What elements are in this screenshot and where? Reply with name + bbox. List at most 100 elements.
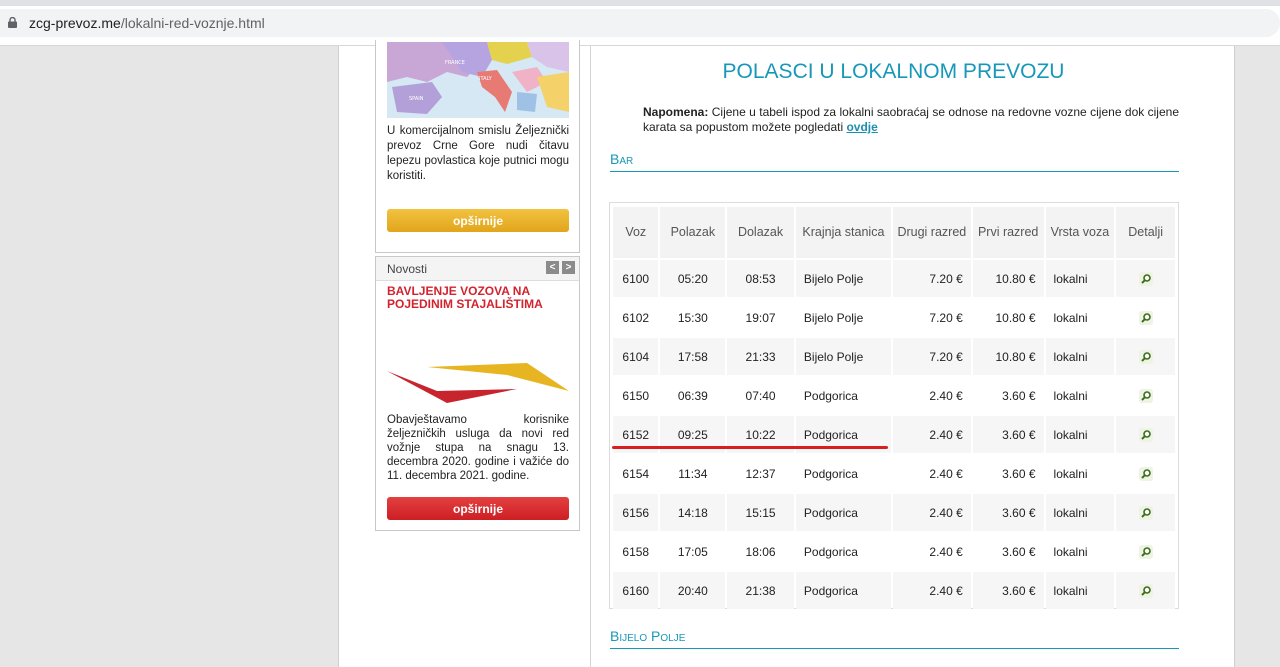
destination-cell: Bijelo Polje: [795, 299, 891, 336]
magnifier-icon[interactable]: [1138, 505, 1153, 520]
col-krajnja-stanica-header: Krajnja stanica: [795, 207, 891, 258]
second-class-price-cell: 2.40 €: [892, 416, 971, 453]
train-number-cell: 6156: [613, 494, 659, 531]
note-label: Napomena:: [643, 105, 709, 119]
train-number-cell: 6100: [613, 260, 659, 297]
news-title-link[interactable]: BAVLJENJE VOZOVA NA POJEDINIM STAJALIŠTI…: [387, 285, 573, 311]
departure-time-cell: 06:39: [660, 377, 726, 414]
second-class-price-cell: 2.40 €: [892, 572, 971, 609]
details-cell[interactable]: [1116, 377, 1175, 414]
table-row: 6156 14:18 15:15 Podgorica 2.40 €3.60 € lokal…: [613, 494, 1175, 531]
departure-time-cell: 14:18: [660, 494, 726, 531]
details-cell[interactable]: [1116, 338, 1175, 375]
promo-more-button[interactable]: opširnije: [387, 209, 569, 232]
destination-cell: Bijelo Polje: [795, 260, 891, 297]
magnifier-icon[interactable]: [1138, 544, 1153, 559]
table-body: 6100 05:20 08:53 Bijelo Polje 7.20 €10.80 € l…: [613, 260, 1175, 609]
arrival-time-cell: 08:53: [727, 260, 794, 297]
table-row: 6158 17:05 18:06 Podgorica 2.40 €3.60 € lokal…: [613, 533, 1175, 570]
details-cell[interactable]: [1116, 299, 1175, 336]
arrival-time-cell: 19:07: [727, 299, 794, 336]
magnifier-icon[interactable]: [1138, 388, 1153, 403]
details-cell[interactable]: [1116, 455, 1175, 492]
col-prvi-razred-header: Prvi razred: [972, 207, 1044, 258]
departure-time-cell: 15:30: [660, 299, 726, 336]
departure-time-cell: 05:20: [660, 260, 726, 297]
first-class-price-cell: 10.80 €: [972, 299, 1044, 336]
news-prev-button[interactable]: <: [546, 261, 559, 274]
first-class-price-cell: 3.60 €: [972, 455, 1044, 492]
promo-box: FRANCE ITALY SPAIN U komercijalnom smisl…: [375, 40, 580, 253]
arrival-time-cell: 21:33: [727, 338, 794, 375]
col-voz-header: Voz: [613, 207, 659, 258]
news-next-button[interactable]: >: [562, 261, 575, 274]
train-number-cell: 6154: [613, 455, 659, 492]
destination-cell: Podgorica: [795, 377, 891, 414]
second-class-price-cell: 2.40 €: [892, 533, 971, 570]
train-type-cell: lokalni: [1045, 533, 1115, 570]
details-cell[interactable]: [1116, 416, 1175, 453]
destination-cell: Podgorica: [795, 455, 891, 492]
browser-address-bar: zcg-prevoz.me/lokalni-red-voznje.html: [0, 0, 1280, 46]
news-header: Novosti < >: [376, 257, 579, 281]
train-type-cell: lokalni: [1045, 572, 1115, 609]
second-class-price-cell: 7.20 €: [892, 299, 971, 336]
url-text[interactable]: zcg-prevoz.me/lokalni-red-voznje.html: [29, 15, 265, 31]
news-header-title: Novosti: [387, 262, 428, 276]
second-class-price-cell: 7.20 €: [892, 260, 971, 297]
table-row: 6100 05:20 08:53 Bijelo Polje 7.20 €10.80 € l…: [613, 260, 1175, 297]
departure-time-cell: 17:05: [660, 533, 726, 570]
destination-cell: Podgorica: [795, 494, 891, 531]
destination-cell: Podgorica: [795, 572, 891, 609]
magnifier-icon[interactable]: [1138, 583, 1153, 598]
timetable: Voz Polazak Dolazak Krajnja stanica Drugi ra…: [611, 205, 1177, 611]
departure-time-cell: 17:58: [660, 338, 726, 375]
price-note: Napomena: Cijene u tabeli ispod za lokal…: [643, 105, 1179, 135]
news-graphic: [387, 363, 569, 403]
news-more-button[interactable]: opširnije: [387, 497, 569, 520]
news-box: Novosti < > BAVLJENJE VOZOVA NA POJEDINI…: [375, 256, 580, 531]
red-underline-annotation: [612, 446, 888, 449]
details-cell[interactable]: [1116, 260, 1175, 297]
arrival-time-cell: 12:37: [727, 455, 794, 492]
arrival-time-cell: 15:15: [727, 494, 794, 531]
arrival-time-cell: 18:06: [727, 533, 794, 570]
url-field[interactable]: zcg-prevoz.me/lokalni-red-voznje.html: [0, 9, 1280, 37]
details-cell[interactable]: [1116, 494, 1175, 531]
table-row: 6150 06:39 07:40 Podgorica 2.40 €3.60 € lokal…: [613, 377, 1175, 414]
table-header-row: Voz Polazak Dolazak Krajnja stanica Drugi ra…: [613, 207, 1175, 258]
details-cell[interactable]: [1116, 533, 1175, 570]
section-heading-bar: Bar: [610, 151, 1179, 172]
magnifier-icon[interactable]: [1138, 310, 1153, 325]
train-type-cell: lokalni: [1045, 260, 1115, 297]
col-dolazak-header: Dolazak: [727, 207, 794, 258]
train-number-cell: 6160: [613, 572, 659, 609]
map-label-spain: SPAIN: [409, 96, 424, 102]
details-cell[interactable]: [1116, 572, 1175, 609]
timetable-container: Voz Polazak Dolazak Krajnja stanica Drugi ra…: [609, 202, 1179, 609]
magnifier-icon[interactable]: [1138, 271, 1153, 286]
discount-link[interactable]: ovdje: [846, 120, 877, 134]
train-type-cell: lokalni: [1045, 377, 1115, 414]
magnifier-icon[interactable]: [1138, 466, 1153, 481]
table-row: 6154 11:34 12:37 Podgorica 2.40 €3.60 € lokal…: [613, 455, 1175, 492]
url-path: /lokalni-red-voznje.html: [120, 15, 265, 31]
train-number-cell: 6104: [613, 338, 659, 375]
departure-time-cell: 11:34: [660, 455, 726, 492]
note-text: Cijene u tabeli ispod za lokalni saobrać…: [643, 105, 1179, 134]
train-type-cell: lokalni: [1045, 299, 1115, 336]
second-class-price-cell: 7.20 €: [892, 338, 971, 375]
departure-time-cell: 20:40: [660, 572, 726, 609]
col-detalji-header: Detalji: [1116, 207, 1175, 258]
second-class-price-cell: 2.40 €: [892, 494, 971, 531]
train-number-cell: 6150: [613, 377, 659, 414]
magnifier-icon[interactable]: [1138, 349, 1153, 364]
magnifier-icon[interactable]: [1138, 427, 1153, 442]
first-class-price-cell: 3.60 €: [972, 572, 1044, 609]
table-row: 6160 20:40 21:38 Podgorica 2.40 €3.60 € lokal…: [613, 572, 1175, 609]
second-class-price-cell: 2.40 €: [892, 377, 971, 414]
europe-map-image: FRANCE ITALY SPAIN: [387, 42, 569, 118]
train-type-cell: lokalni: [1045, 494, 1115, 531]
first-class-price-cell: 10.80 €: [972, 260, 1044, 297]
destination-cell: Bijelo Polje: [795, 338, 891, 375]
